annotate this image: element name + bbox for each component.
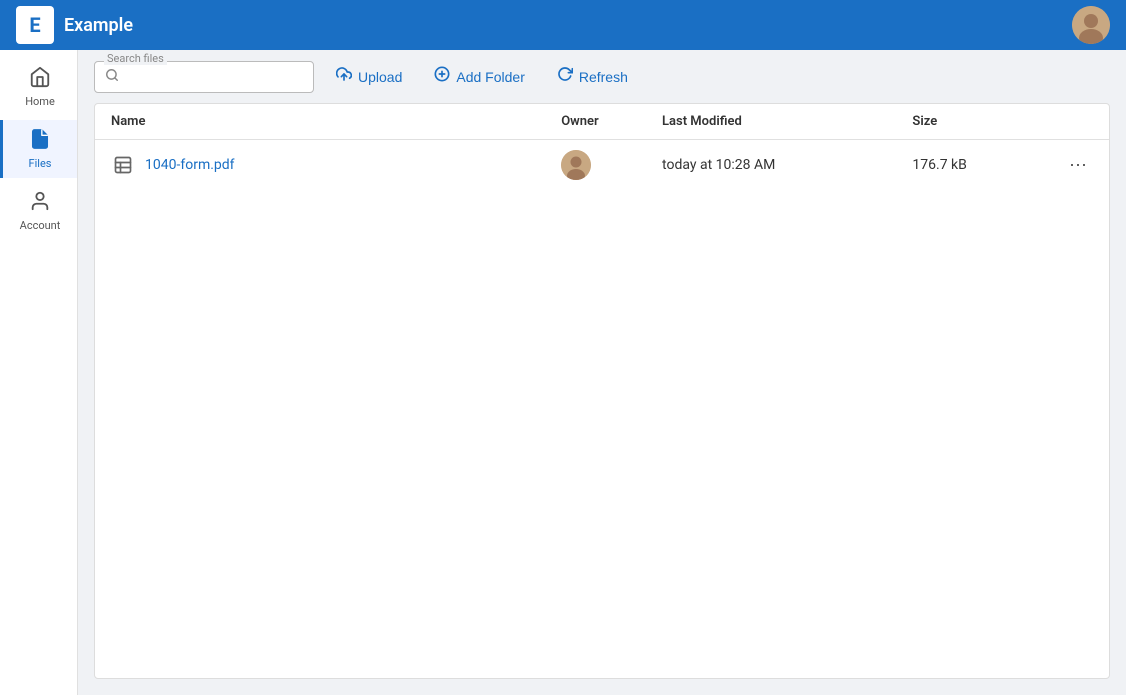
file-name-cell: 1040-form.pdf bbox=[95, 140, 545, 191]
col-header-modified: Last Modified bbox=[646, 104, 896, 140]
file-type-icon bbox=[111, 153, 135, 177]
col-header-owner: Owner bbox=[545, 104, 646, 140]
search-input[interactable] bbox=[125, 69, 303, 85]
more-options-button[interactable]: ⋯ bbox=[1063, 154, 1093, 176]
file-table-container: Name Owner Last Modified Size bbox=[94, 103, 1110, 679]
sidebar-item-files[interactable]: Files bbox=[0, 120, 77, 178]
upload-icon bbox=[336, 66, 352, 87]
refresh-button[interactable]: Refresh bbox=[547, 60, 638, 93]
search-label: Search files bbox=[104, 52, 167, 65]
sidebar-files-label: Files bbox=[29, 157, 52, 170]
app-logo: E bbox=[16, 6, 54, 44]
col-header-actions bbox=[1047, 104, 1109, 140]
table-row: 1040-form.pdf bbox=[95, 140, 1109, 191]
col-header-size: Size bbox=[896, 104, 1047, 140]
sidebar: Home Files Account bbox=[0, 50, 78, 695]
add-folder-icon bbox=[434, 66, 450, 87]
home-icon bbox=[29, 66, 51, 91]
account-icon bbox=[29, 190, 51, 215]
toolbar: Search files bbox=[78, 50, 1126, 103]
upload-button[interactable]: Upload bbox=[326, 60, 412, 93]
search-box: Search files bbox=[94, 61, 314, 93]
table-header-row: Name Owner Last Modified Size bbox=[95, 104, 1109, 140]
sidebar-item-account[interactable]: Account bbox=[0, 182, 77, 240]
sidebar-home-label: Home bbox=[25, 95, 55, 108]
files-icon bbox=[29, 128, 51, 153]
user-avatar[interactable] bbox=[1072, 6, 1110, 44]
sidebar-account-label: Account bbox=[20, 219, 61, 232]
app-header: E Example bbox=[0, 0, 1126, 50]
search-icon bbox=[105, 68, 119, 86]
sidebar-item-home[interactable]: Home bbox=[0, 58, 77, 116]
file-actions-cell: ⋯ bbox=[1047, 140, 1109, 191]
add-folder-button[interactable]: Add Folder bbox=[424, 60, 534, 93]
file-modified-cell: today at 10:28 AM bbox=[646, 140, 896, 191]
main-content: Search files bbox=[78, 50, 1126, 695]
file-name[interactable]: 1040-form.pdf bbox=[145, 157, 235, 173]
owner-avatar bbox=[561, 150, 591, 180]
file-size-cell: 176.7 kB bbox=[896, 140, 1047, 191]
refresh-icon bbox=[557, 66, 573, 87]
col-header-name: Name bbox=[95, 104, 545, 140]
file-owner-cell bbox=[545, 140, 646, 191]
file-table: Name Owner Last Modified Size bbox=[95, 104, 1109, 190]
app-title: Example bbox=[64, 15, 133, 36]
